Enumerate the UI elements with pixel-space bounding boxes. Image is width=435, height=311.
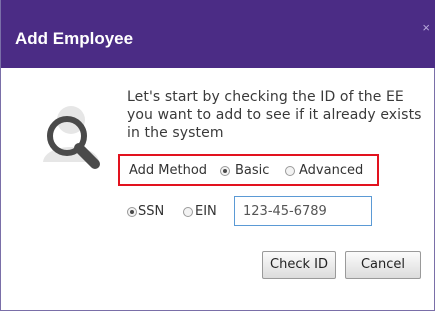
cancel-button[interactable]: Cancel: [345, 251, 421, 279]
add-method-basic-radio[interactable]: [220, 166, 230, 176]
add-method-advanced-radio[interactable]: [285, 166, 295, 176]
close-icon[interactable]: ×: [422, 20, 430, 35]
add-employee-dialog: Add Employee × Let's start by checking t…: [0, 0, 435, 311]
add-method-label: Add Method: [129, 163, 208, 178]
ssn-label[interactable]: SSN: [138, 204, 164, 219]
ssn-radio[interactable]: [127, 207, 137, 217]
add-method-advanced-label[interactable]: Advanced: [299, 163, 363, 178]
check-id-button[interactable]: Check ID: [262, 251, 336, 279]
intro-text: Let's start by checking the ID of the EE…: [127, 89, 422, 141]
ein-radio[interactable]: [183, 207, 193, 217]
dialog-titlebar: Add Employee ×: [1, 0, 435, 68]
dialog-title: Add Employee: [15, 29, 134, 48]
add-method-basic-label[interactable]: Basic: [235, 163, 269, 178]
id-input[interactable]: [234, 196, 372, 226]
ein-label[interactable]: EIN: [195, 204, 217, 219]
employee-search-icon: [31, 100, 111, 180]
